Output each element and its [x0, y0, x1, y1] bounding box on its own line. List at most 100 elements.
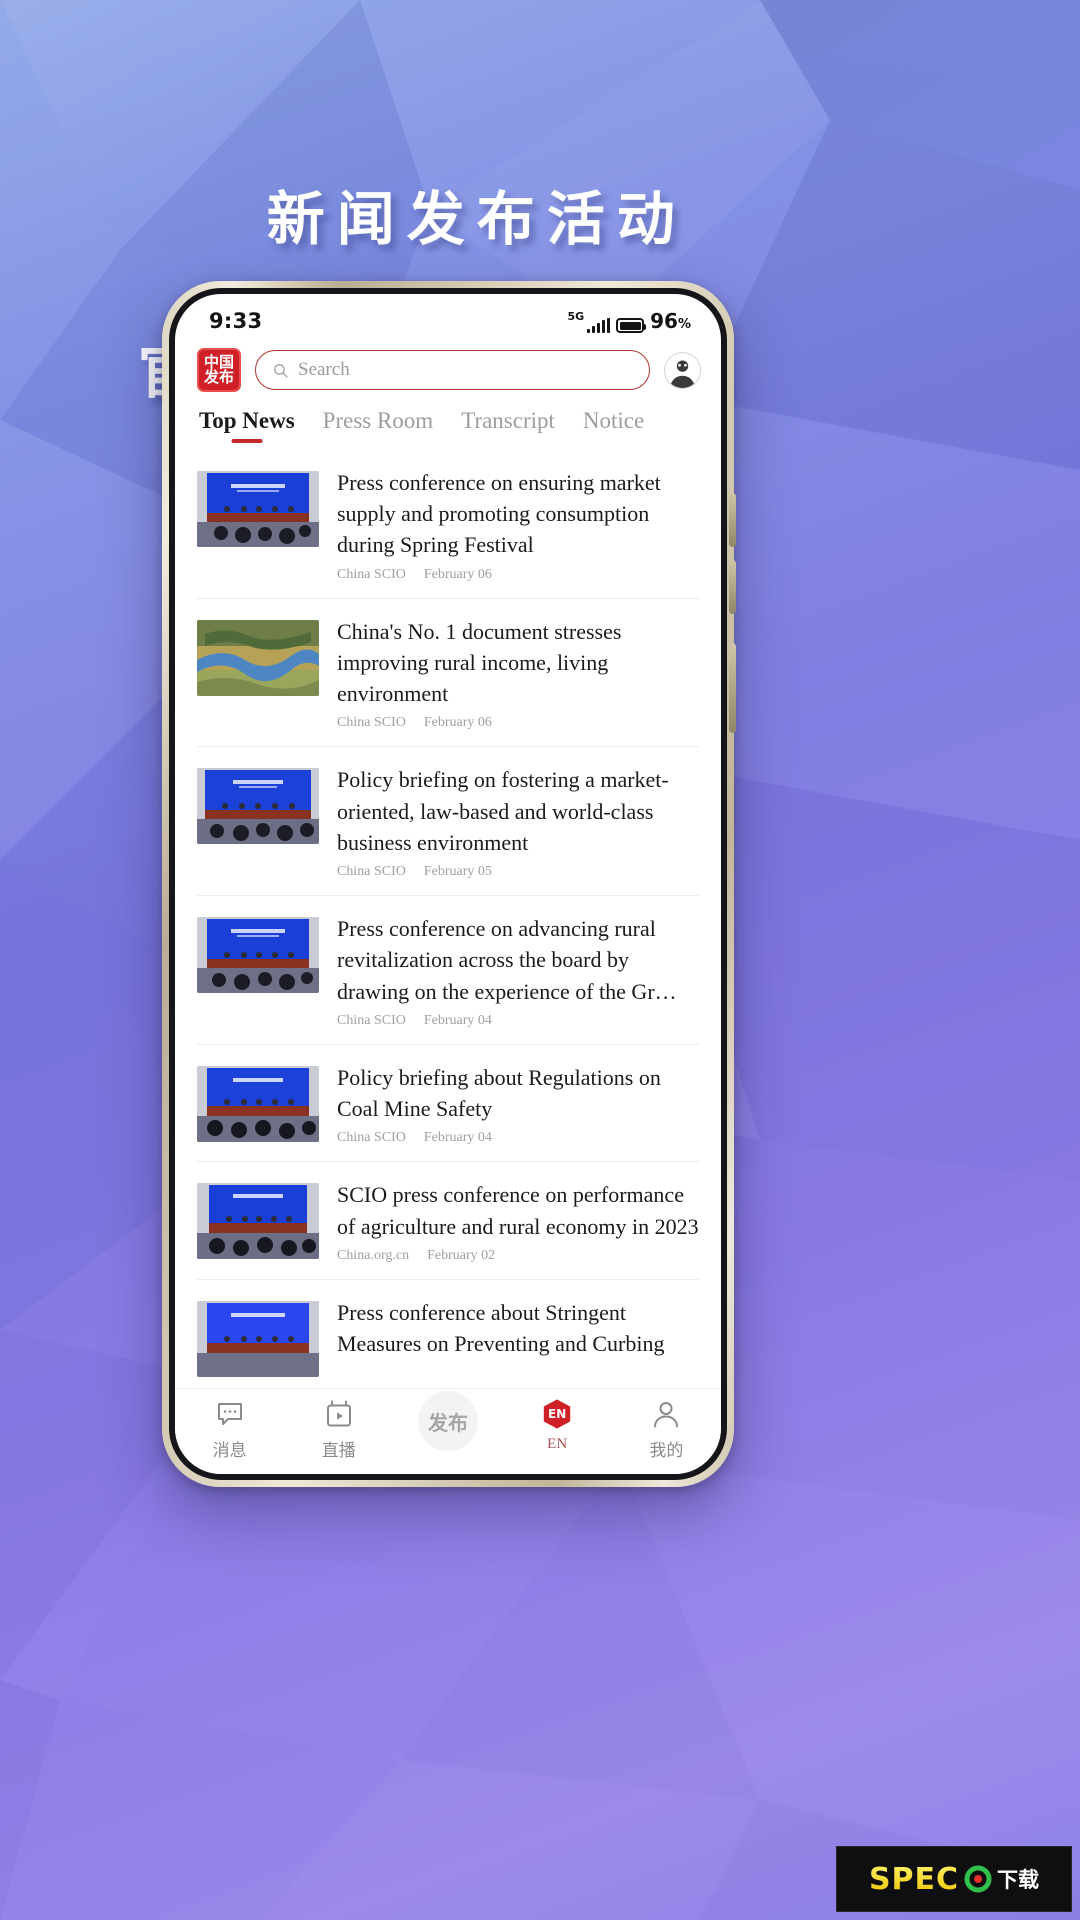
news-date: February 06	[423, 566, 492, 582]
press-conference-photo	[197, 471, 319, 547]
logo-line-2: 发布	[203, 368, 234, 386]
press-conference-photo	[197, 1065, 319, 1142]
news-source: China SCIO	[337, 715, 406, 731]
nav-item-publish[interactable]: 发布	[393, 1391, 502, 1451]
news-thumbnail	[197, 619, 319, 696]
news-title[interactable]: Press conference on ensuring market supp…	[337, 467, 699, 561]
tab-top-news[interactable]: Top News	[199, 408, 295, 443]
news-info: Policy briefing about Regulations on Coa…	[337, 1062, 699, 1146]
news-title[interactable]: China's No. 1 document stresses improvin…	[337, 616, 699, 710]
list-item[interactable]: SCIO press conference on performance of …	[197, 1162, 699, 1280]
watermark-brand: SPEC	[868, 1861, 960, 1897]
phone-bezel: 9:33 5G 96% 中国 发布 Search Top News Press …	[169, 288, 736, 1480]
status-time: 9:33	[209, 309, 263, 333]
news-title[interactable]: Press conference on advancing rural revi…	[337, 913, 699, 1007]
news-date: February 05	[423, 864, 492, 880]
list-item[interactable]: Press conference about Stringent Measure…	[197, 1280, 699, 1388]
press-conference-photo	[197, 917, 319, 994]
network-type-label: 5G	[567, 310, 585, 323]
news-source: China SCIO	[337, 864, 406, 880]
phone-screen: 9:33 5G 96% 中国 发布 Search Top News Press …	[175, 294, 721, 1474]
news-title[interactable]: SCIO press conference on performance of …	[337, 1179, 699, 1241]
nav-item-live[interactable]: 直播	[284, 1399, 393, 1461]
nav-label-profile: 我的	[649, 1441, 684, 1461]
news-meta: China SCIO February 06	[337, 567, 699, 583]
news-title[interactable]: Policy briefing about Regulations on Coa…	[337, 1062, 699, 1124]
list-item[interactable]: Press conference on ensuring market supp…	[197, 450, 699, 599]
nav-label-language: EN	[547, 1436, 568, 1452]
news-info: SCIO press conference on performance of …	[337, 1179, 699, 1263]
list-item[interactable]: Policy briefing on fostering a market-or…	[197, 747, 699, 897]
live-video-icon	[326, 1399, 352, 1429]
news-list[interactable]: Press conference on ensuring market supp…	[175, 450, 721, 1388]
news-source: China.org.cn	[337, 1247, 410, 1263]
app-logo[interactable]: 中国 发布	[197, 348, 241, 392]
watermark-o-logo	[964, 1865, 992, 1893]
language-en-icon: EN	[541, 1397, 573, 1431]
rural-landscape-photo	[197, 619, 319, 696]
signal-bars-icon	[587, 318, 611, 333]
news-info: Press conference about Stringent Measure…	[337, 1297, 699, 1377]
volume-up-button[interactable]	[729, 493, 736, 547]
search-icon	[274, 363, 288, 378]
tab-press-room[interactable]: Press Room	[323, 408, 434, 443]
news-info: China's No. 1 document stresses improvin…	[337, 616, 699, 732]
news-meta: China SCIO February 04	[337, 1130, 699, 1146]
message-bubble-icon	[216, 1399, 244, 1429]
news-info: Policy briefing on fostering a market-or…	[337, 764, 699, 880]
nav-label-live: 直播	[321, 1441, 356, 1461]
headline-line-1: 新闻发布活动	[266, 184, 687, 253]
battery-percent-value: 96	[650, 309, 678, 333]
news-thumbnail	[197, 917, 319, 994]
search-placeholder: Search	[298, 359, 350, 380]
news-source: China SCIO	[337, 566, 406, 582]
nav-label-messages: 消息	[212, 1441, 247, 1461]
app-header: 中国 发布 Search	[175, 340, 721, 400]
list-item[interactable]: China's No. 1 document stresses improvin…	[197, 599, 699, 748]
tab-notice[interactable]: Notice	[583, 408, 644, 443]
news-title[interactable]: Policy briefing on fostering a market-or…	[337, 764, 699, 858]
list-item[interactable]: Policy briefing about Regulations on Coa…	[197, 1045, 699, 1163]
nav-item-language[interactable]: EN EN	[503, 1397, 612, 1453]
news-date: February 04	[423, 1130, 492, 1146]
poster-background: 新闻发布活动 官方英文报道 9:33 5G 96%	[0, 0, 1080, 1920]
battery-icon	[616, 318, 647, 333]
news-thumbnail	[197, 471, 319, 547]
watermark-suffix: 下载	[997, 1868, 1040, 1892]
publish-button[interactable]: 发布	[417, 1391, 478, 1451]
tab-transcript[interactable]: Transcript	[461, 408, 555, 443]
battery-percent: 96%	[650, 309, 691, 333]
avatar[interactable]	[664, 351, 701, 389]
press-conference-photo	[197, 1183, 319, 1260]
status-bar: 9:33 5G 96%	[175, 294, 721, 340]
news-thumbnail	[197, 1065, 319, 1142]
news-meta: China SCIO February 06	[337, 715, 699, 731]
press-conference-photo	[197, 1300, 319, 1377]
watermark-badge: SPEC 下载	[836, 1846, 1072, 1912]
news-meta: China.org.cn February 02	[337, 1248, 699, 1264]
phone-device: 9:33 5G 96% 中国 发布 Search Top News Press …	[162, 281, 736, 1487]
press-conference-photo	[197, 768, 319, 845]
news-thumbnail	[197, 768, 319, 845]
news-info: Press conference on advancing rural revi…	[337, 913, 699, 1029]
status-indicators: 5G 96%	[567, 309, 691, 333]
news-date: February 02	[427, 1247, 496, 1263]
search-input[interactable]: Search	[255, 350, 650, 390]
list-item[interactable]: Press conference on advancing rural revi…	[197, 896, 699, 1045]
user-avatar-icon	[665, 353, 700, 388]
news-info: Press conference on ensuring market supp…	[337, 467, 699, 583]
news-thumbnail	[197, 1183, 319, 1260]
profile-person-icon	[653, 1399, 679, 1429]
percent-symbol: %	[677, 317, 691, 332]
news-date: February 04	[423, 1012, 492, 1028]
nav-item-profile[interactable]: 我的	[612, 1399, 721, 1461]
news-title[interactable]: Press conference about Stringent Measure…	[337, 1297, 699, 1359]
power-button[interactable]	[729, 643, 736, 733]
bottom-navigation: 消息 直播 发布 EN EN 我的	[175, 1388, 721, 1474]
news-source: China SCIO	[337, 1130, 406, 1146]
volume-down-button[interactable]	[729, 560, 736, 614]
news-source: China SCIO	[337, 1012, 406, 1028]
nav-item-messages[interactable]: 消息	[175, 1399, 284, 1461]
news-meta: China SCIO February 05	[337, 864, 699, 880]
category-tabs: Top News Press Room Transcript Notice	[175, 400, 721, 450]
